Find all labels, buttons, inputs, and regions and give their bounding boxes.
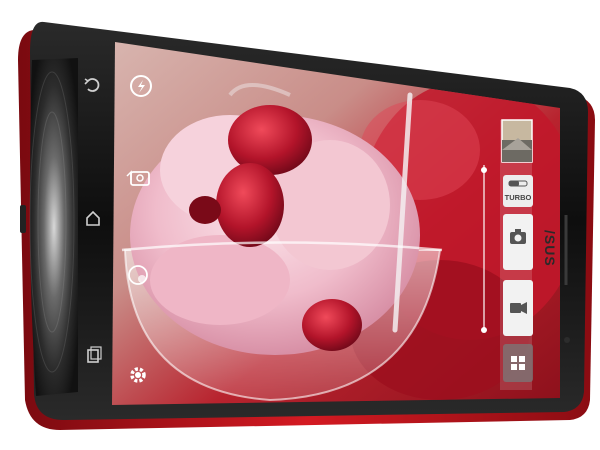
zoom-minus-handle [481,327,487,333]
gallery-thumbnail[interactable] [501,119,533,163]
turbo-label: TURBO [505,193,532,202]
video-record-icon [510,302,527,314]
video-record-button[interactable] [503,280,533,336]
zoom-plus-handle [481,167,487,173]
camera-shutter-button[interactable] [503,214,533,270]
mode-grid-button[interactable] [503,344,533,382]
brand-logo: /SUS [542,230,558,267]
turbo-toggle[interactable]: TURBO [503,175,533,207]
front-sensor [564,337,570,343]
phone-illustration: TURBO /SUS [18,21,595,430]
product-photo: TURBO /SUS [0,0,600,450]
camera-right-panel: TURBO [500,119,533,390]
side-port [20,205,26,233]
